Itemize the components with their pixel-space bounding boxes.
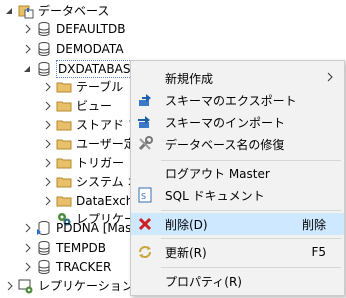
menu-item-label: ログアウト Master bbox=[165, 166, 270, 181]
svg-text:S: S bbox=[141, 192, 146, 201]
menu-item-sql-document[interactable]: S SQL ドキュメント bbox=[131, 184, 344, 206]
tree-item-label: データベース bbox=[38, 4, 110, 18]
menu-item-label: 削除(D) bbox=[165, 217, 208, 232]
tree-item-label: トリガー bbox=[76, 156, 125, 170]
expand-arrow-icon[interactable] bbox=[40, 136, 56, 152]
folder-icon bbox=[56, 98, 72, 114]
database-icon bbox=[36, 240, 52, 256]
expand-arrow-icon[interactable] bbox=[20, 240, 36, 256]
tree-item-label: ビュー bbox=[76, 99, 113, 113]
menu-item-repair-db-name[interactable]: データベース名の修復 bbox=[131, 133, 344, 155]
menu-item-label: スキーマのエクスポート bbox=[165, 93, 297, 108]
collapse-arrow-icon[interactable] bbox=[2, 3, 18, 19]
expand-arrow-icon[interactable] bbox=[40, 79, 56, 95]
sql-document-icon: S bbox=[137, 187, 153, 203]
menu-item-shortcut: 削除 bbox=[301, 217, 326, 232]
submenu-arrow-icon bbox=[326, 71, 334, 85]
import-icon bbox=[137, 114, 153, 130]
menu-item-delete[interactable]: 削除(D) 削除 bbox=[131, 213, 344, 235]
expand-arrow-icon[interactable] bbox=[40, 174, 56, 190]
tree-item-label: テーブル bbox=[76, 80, 124, 94]
expand-arrow-icon[interactable] bbox=[20, 41, 36, 57]
menu-item-label: スキーマのインポート bbox=[165, 115, 286, 130]
menu-separator bbox=[161, 210, 341, 211]
menu-item-label: 新規作成 bbox=[165, 71, 214, 86]
folder-icon bbox=[56, 79, 72, 95]
tree-item-label: TRACKER bbox=[56, 260, 112, 274]
menu-item-label: SQL ドキュメント bbox=[165, 188, 265, 203]
expand-arrow-icon[interactable] bbox=[40, 193, 56, 209]
menu-separator bbox=[161, 267, 341, 268]
menu-item-label: 更新(R) bbox=[165, 245, 207, 260]
database-icon bbox=[36, 259, 52, 275]
collapse-arrow-icon[interactable] bbox=[20, 61, 36, 77]
tree-item-demodata[interactable]: DEMODATA bbox=[20, 38, 124, 60]
expand-arrow-icon[interactable] bbox=[40, 117, 56, 133]
expand-arrow-icon[interactable] bbox=[2, 278, 18, 294]
menu-separator bbox=[161, 238, 341, 239]
database-icon bbox=[36, 21, 52, 37]
database-icon bbox=[36, 61, 52, 77]
menu-item-logout[interactable]: ログアウト Master bbox=[131, 162, 344, 184]
tree-item-label: PDDNA [Mas bbox=[56, 221, 132, 235]
expand-arrow-icon[interactable] bbox=[40, 155, 56, 171]
menu-item-export-schema[interactable]: スキーマのエクスポート bbox=[131, 89, 344, 111]
context-menu: 新規作成 スキーマのエクスポート スキーマのインポート データベース名の修復 ロ… bbox=[130, 60, 345, 296]
expand-arrow-icon[interactable] bbox=[20, 259, 36, 275]
tree-item-pddna[interactable]: PDDNA [Mas bbox=[20, 217, 131, 239]
replication-connection-icon bbox=[18, 278, 34, 294]
tree-item-label: TEMPDB bbox=[56, 241, 106, 255]
tree-item-defaultdb[interactable]: DEFAULTDB bbox=[20, 18, 125, 40]
folder-icon bbox=[56, 193, 72, 209]
menu-item-refresh[interactable]: 更新(R) F5 bbox=[131, 241, 344, 263]
expand-arrow-icon[interactable] bbox=[20, 21, 36, 37]
tree-item-label: DEFAULTDB bbox=[56, 22, 126, 36]
export-icon bbox=[137, 92, 153, 108]
expand-arrow-icon[interactable] bbox=[20, 220, 36, 236]
menu-separator bbox=[161, 160, 341, 161]
folder-icon bbox=[56, 136, 72, 152]
folder-icon bbox=[56, 174, 72, 190]
delete-x-icon bbox=[137, 216, 153, 232]
folder-icon bbox=[56, 117, 72, 133]
tree-item-label: DEMODATA bbox=[56, 42, 124, 56]
menu-item-new[interactable]: 新規作成 bbox=[131, 67, 344, 89]
menu-item-label: データベース名の修復 bbox=[165, 137, 285, 152]
repair-tools-icon bbox=[137, 136, 153, 152]
folder-icon bbox=[56, 155, 72, 171]
refresh-icon bbox=[137, 244, 153, 260]
menu-item-label: プロパティ(R) bbox=[165, 274, 242, 289]
menu-item-import-schema[interactable]: スキーマのインポート bbox=[131, 111, 344, 133]
menu-item-shortcut: F5 bbox=[311, 245, 326, 259]
databases-folder-icon bbox=[18, 3, 34, 19]
linked-database-icon bbox=[36, 220, 52, 236]
menu-item-properties[interactable]: プロパティ(R) bbox=[131, 270, 344, 292]
database-icon bbox=[36, 41, 52, 57]
expand-arrow-icon[interactable] bbox=[40, 98, 56, 114]
